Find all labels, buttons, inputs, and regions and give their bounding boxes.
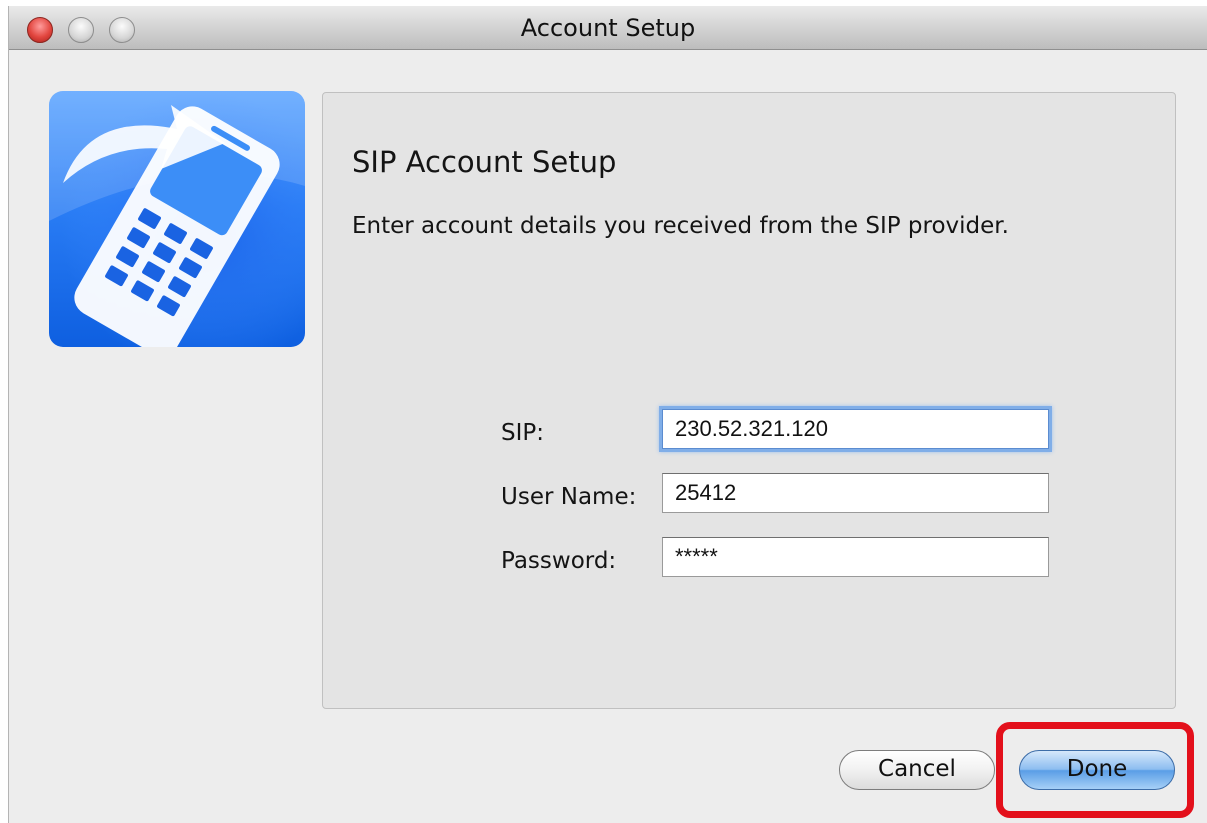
password-input[interactable]: *****	[662, 537, 1049, 577]
phone-icon	[49, 91, 305, 347]
sip-input[interactable]: 230.52.321.120	[662, 409, 1049, 449]
sip-phone-app-icon	[49, 91, 305, 347]
title-bar[interactable]: Account Setup	[9, 6, 1207, 50]
done-highlight-annotation	[996, 722, 1194, 818]
account-setup-window: Account Setup SIP Account Setup Enter ac…	[8, 6, 1207, 823]
username-input[interactable]: 25412	[662, 473, 1049, 513]
username-label: User Name:	[501, 484, 637, 510]
password-label: Password:	[501, 548, 617, 574]
setup-panel: SIP Account Setup Enter account details …	[322, 92, 1176, 709]
window-title: Account Setup	[520, 14, 696, 42]
cancel-button[interactable]: Cancel	[839, 750, 995, 790]
panel-instructions: Enter account details you received from …	[352, 213, 1009, 239]
sip-label: SIP:	[501, 420, 545, 446]
panel-heading: SIP Account Setup	[352, 145, 617, 179]
